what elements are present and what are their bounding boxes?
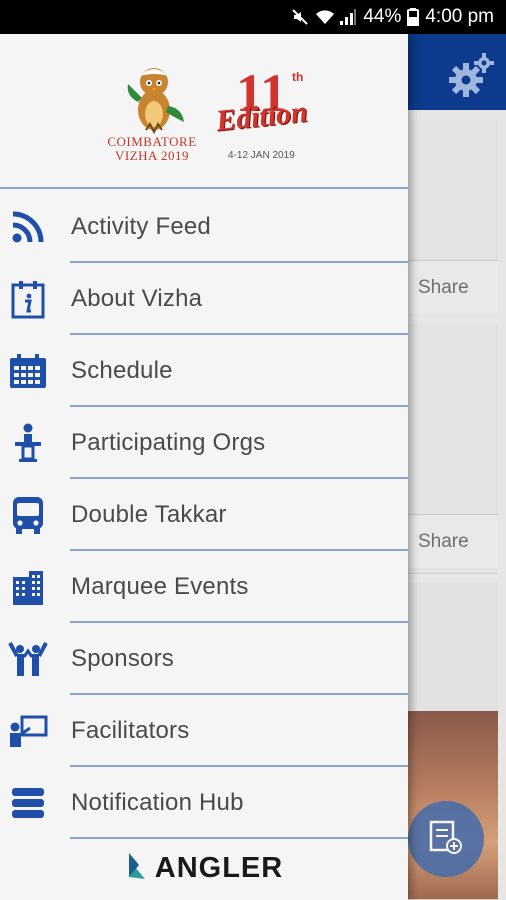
menu-item-activity-feed[interactable]: Activity Feed <box>0 191 408 263</box>
screen: 44% 4:00 pm Share Share COIMBATORE VIZHA… <box>0 0 506 900</box>
edition-suffix: th <box>292 70 304 84</box>
bus-icon <box>8 495 48 535</box>
menu-item-label: Sponsors <box>71 645 174 672</box>
menu-item-label: Schedule <box>71 357 173 384</box>
menu-item-participating-orgs[interactable]: Participating Orgs <box>0 407 408 479</box>
angler-brand-text: ANGLER <box>154 852 284 884</box>
podium-speaker-icon <box>8 423 48 463</box>
drawer-footer: ANGLER <box>0 837 408 900</box>
menu-item-double-takkar[interactable]: Double Takkar <box>0 479 408 551</box>
menu-item-label: Notification Hub <box>71 789 244 816</box>
rss-icon <box>8 207 48 247</box>
compose-post-icon <box>427 818 465 861</box>
wifi-icon <box>315 8 335 26</box>
signal-icon <box>339 8 357 26</box>
mute-icon <box>291 8 309 26</box>
share-button[interactable]: Share <box>408 514 498 568</box>
drawer-menu: Activity Feed About Vizha Schedule Parti… <box>0 191 408 839</box>
presenter-board-icon <box>8 711 48 751</box>
edition-dates: 4-12 JAN 2019 <box>228 150 295 161</box>
people-cheering-icon <box>8 639 48 679</box>
menu-item-marquee-events[interactable]: Marquee Events <box>0 551 408 623</box>
calendar-icon <box>8 351 48 391</box>
edition-logo: 11 th Edition 4-12 JAN 2019 <box>214 66 314 166</box>
share-button[interactable]: Share <box>408 260 498 314</box>
clock: 4:00 pm <box>425 6 494 27</box>
status-bar: 44% 4:00 pm <box>0 0 506 34</box>
edition-word: Edition <box>214 95 310 138</box>
feed-card[interactable]: Share <box>408 324 498 574</box>
menu-item-schedule[interactable]: Schedule <box>0 335 408 407</box>
menu-item-sponsors[interactable]: Sponsors <box>0 623 408 695</box>
menu-item-label: Facilitators <box>71 717 190 744</box>
menu-item-label: About Vizha <box>71 285 203 312</box>
menu-item-label: Double Takkar <box>71 501 227 528</box>
menu-item-label: Marquee Events <box>71 573 249 600</box>
gear-icon[interactable] <box>446 50 496 100</box>
compose-fab[interactable] <box>408 801 484 877</box>
battery-icon <box>407 8 420 27</box>
coimbatore-vizha-logo: COIMBATORE VIZHA 2019 <box>98 62 206 172</box>
navigation-drawer: COIMBATORE VIZHA 2019 11 th Edition 4-12… <box>0 34 408 900</box>
menu-item-label: Participating Orgs <box>71 429 266 456</box>
server-stack-icon <box>8 783 48 823</box>
feed-card[interactable]: Share <box>408 120 498 314</box>
battery-percent: 44% <box>363 6 402 27</box>
angler-logo-icon <box>125 851 149 886</box>
menu-item-facilitators[interactable]: Facilitators <box>0 695 408 767</box>
drawer-header: COIMBATORE VIZHA 2019 11 th Edition 4-12… <box>0 34 408 189</box>
vizha-logo-line2: VIZHA 2019 <box>115 148 189 163</box>
menu-item-label: Activity Feed <box>71 213 211 240</box>
building-icon <box>8 567 48 607</box>
menu-item-about-vizha[interactable]: About Vizha <box>0 263 408 335</box>
info-calendar-icon <box>8 279 48 319</box>
menu-item-notification-hub[interactable]: Notification Hub <box>0 767 408 839</box>
